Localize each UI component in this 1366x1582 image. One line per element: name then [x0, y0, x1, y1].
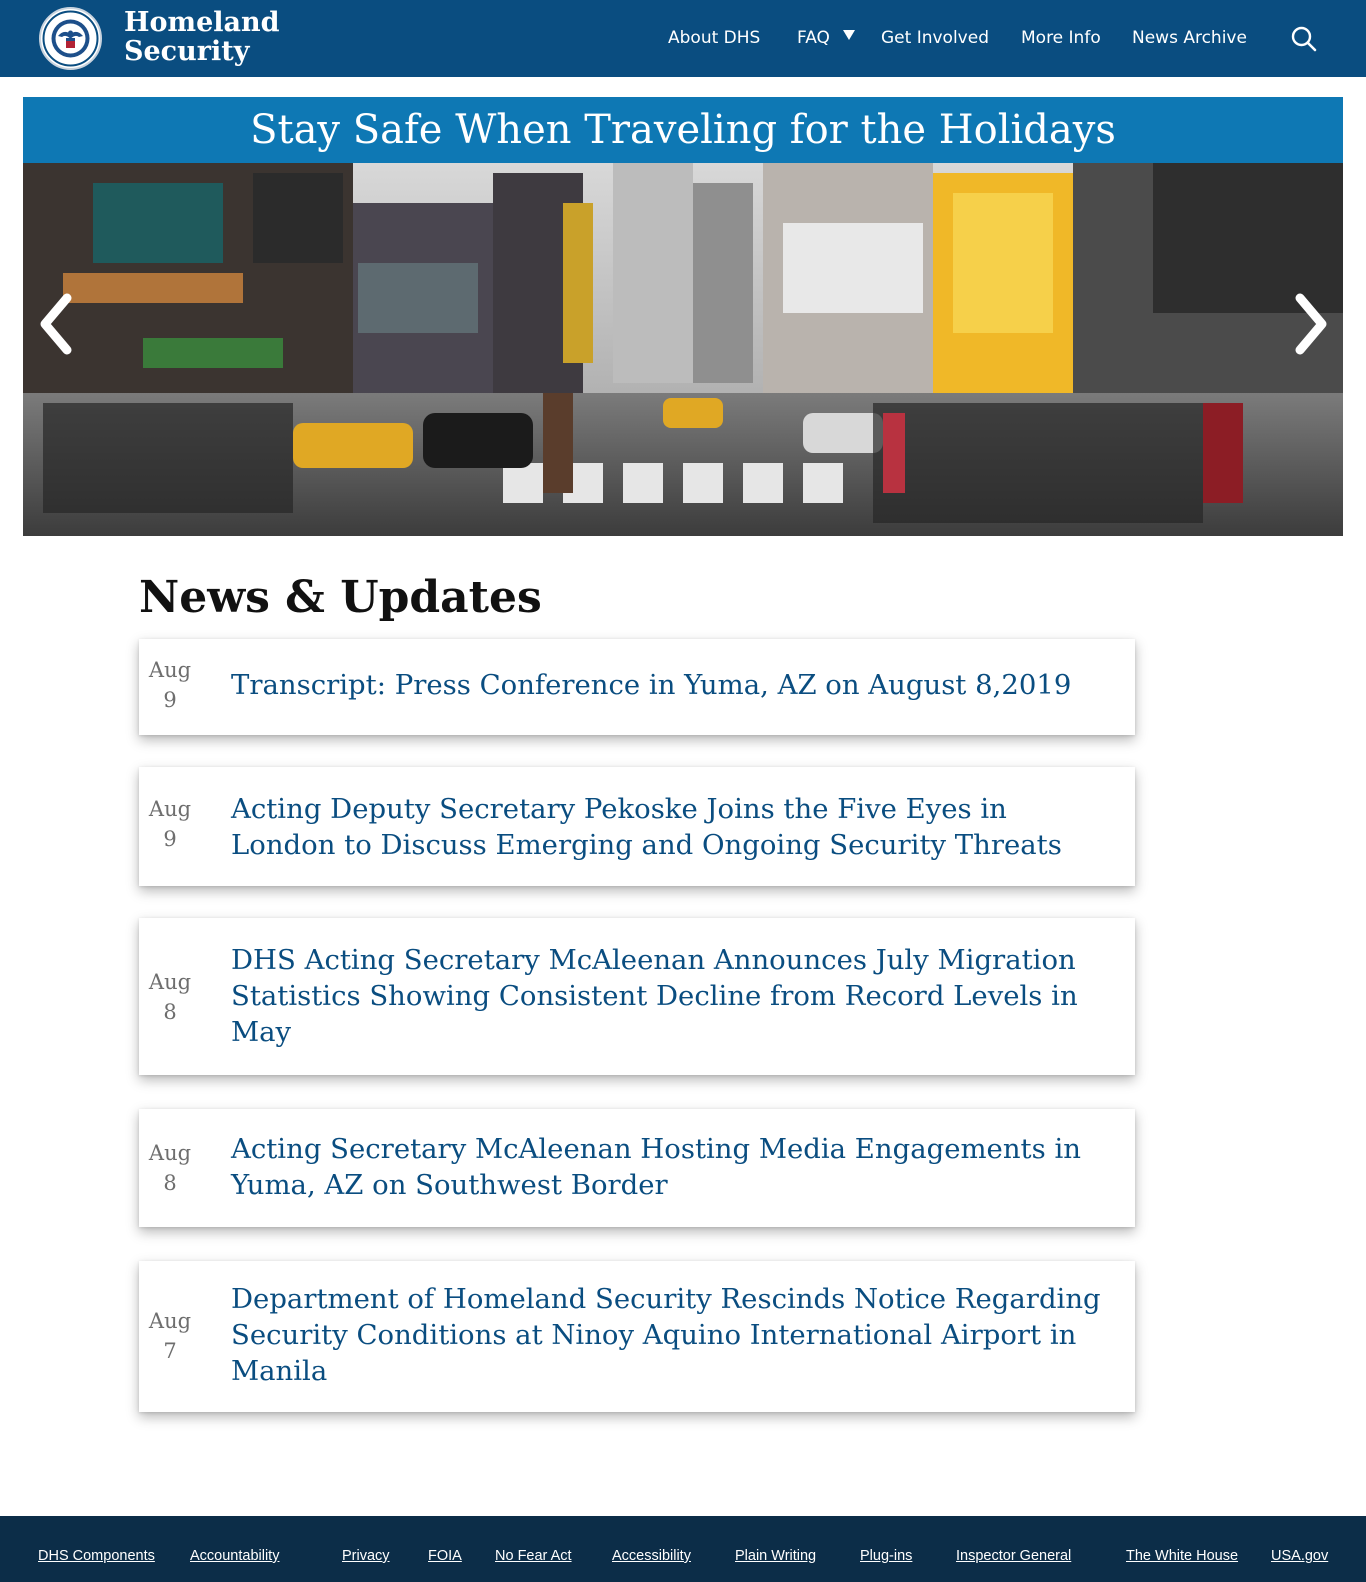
- nav-get-involved[interactable]: Get Involved: [881, 26, 989, 50]
- footer-link-usa-gov[interactable]: USA.gov: [1271, 1548, 1328, 1564]
- news-month: Aug: [148, 658, 192, 682]
- news-item[interactable]: Aug 9 Acting Deputy Secretary Pekoske Jo…: [139, 767, 1135, 886]
- news-heading: News & Updates: [139, 572, 542, 623]
- news-day: 9: [163, 827, 177, 851]
- news-title-link[interactable]: Department of Homeland Security Rescinds…: [231, 1281, 1111, 1389]
- news-day: 8: [163, 1000, 177, 1024]
- nav-faq[interactable]: FAQ: [797, 26, 830, 50]
- news-date: Aug 8: [139, 1138, 201, 1198]
- hero-carousel: Stay Safe When Traveling for the Holiday…: [23, 97, 1343, 536]
- footer-link-dhs-components[interactable]: DHS Components: [38, 1548, 155, 1564]
- search-icon[interactable]: [1290, 25, 1318, 53]
- footer-link-plug-ins[interactable]: Plug-ins: [860, 1548, 912, 1564]
- site-header: Homeland Security About DHS FAQ Get Invo…: [0, 0, 1366, 77]
- news-item[interactable]: Aug 9 Transcript: Press Conference in Yu…: [139, 639, 1135, 735]
- hero-title-bar: Stay Safe When Traveling for the Holiday…: [23, 97, 1343, 163]
- news-item[interactable]: Aug 8 DHS Acting Secretary McAleenan Ann…: [139, 918, 1135, 1075]
- news-date: Aug 9: [139, 794, 201, 854]
- news-month: Aug: [148, 797, 192, 821]
- news-date: Aug 8: [139, 967, 201, 1027]
- main-nav: About DHS FAQ Get Involved More Info New…: [0, 0, 1366, 77]
- news-day: 7: [163, 1339, 177, 1363]
- site-footer: DHS Components Accountability Privacy FO…: [0, 1516, 1366, 1582]
- nav-more-info[interactable]: More Info: [1021, 26, 1101, 50]
- news-day: 8: [163, 1171, 177, 1195]
- chevron-right-icon[interactable]: [1290, 292, 1330, 356]
- news-title-link[interactable]: DHS Acting Secretary McAleenan Announces…: [231, 942, 1111, 1050]
- footer-link-accountability[interactable]: Accountability: [190, 1548, 279, 1564]
- news-day: 9: [163, 688, 177, 712]
- news-item[interactable]: Aug 7 Department of Homeland Security Re…: [139, 1261, 1135, 1412]
- news-title-link[interactable]: Transcript: Press Conference in Yuma, AZ…: [231, 667, 1111, 703]
- news-title-link[interactable]: Acting Secretary McAleenan Hosting Media…: [231, 1131, 1111, 1203]
- chevron-left-icon[interactable]: [37, 292, 77, 356]
- hero-title[interactable]: Stay Safe When Traveling for the Holiday…: [23, 97, 1343, 163]
- nav-about-dhs[interactable]: About DHS: [668, 26, 760, 50]
- footer-link-foia[interactable]: FOIA: [428, 1548, 462, 1564]
- hero-city-street-image: [23, 163, 1343, 536]
- nav-news-archive[interactable]: News Archive: [1132, 26, 1247, 50]
- footer-link-no-fear-act[interactable]: No Fear Act: [495, 1548, 572, 1564]
- footer-link-inspector-general[interactable]: Inspector General: [956, 1548, 1071, 1564]
- news-date: Aug 7: [139, 1306, 201, 1366]
- news-month: Aug: [148, 1141, 192, 1165]
- news-month: Aug: [148, 1309, 192, 1333]
- footer-link-white-house[interactable]: The White House: [1126, 1548, 1238, 1564]
- news-title-link[interactable]: Acting Deputy Secretary Pekoske Joins th…: [231, 791, 1111, 863]
- footer-link-accessibility[interactable]: Accessibility: [612, 1548, 691, 1564]
- news-month: Aug: [148, 970, 192, 994]
- footer-link-plain-writing[interactable]: Plain Writing: [735, 1548, 816, 1564]
- news-date: Aug 9: [139, 655, 201, 715]
- footer-link-privacy[interactable]: Privacy: [342, 1548, 390, 1564]
- caret-down-icon[interactable]: [843, 30, 855, 40]
- news-item[interactable]: Aug 8 Acting Secretary McAleenan Hosting…: [139, 1109, 1135, 1227]
